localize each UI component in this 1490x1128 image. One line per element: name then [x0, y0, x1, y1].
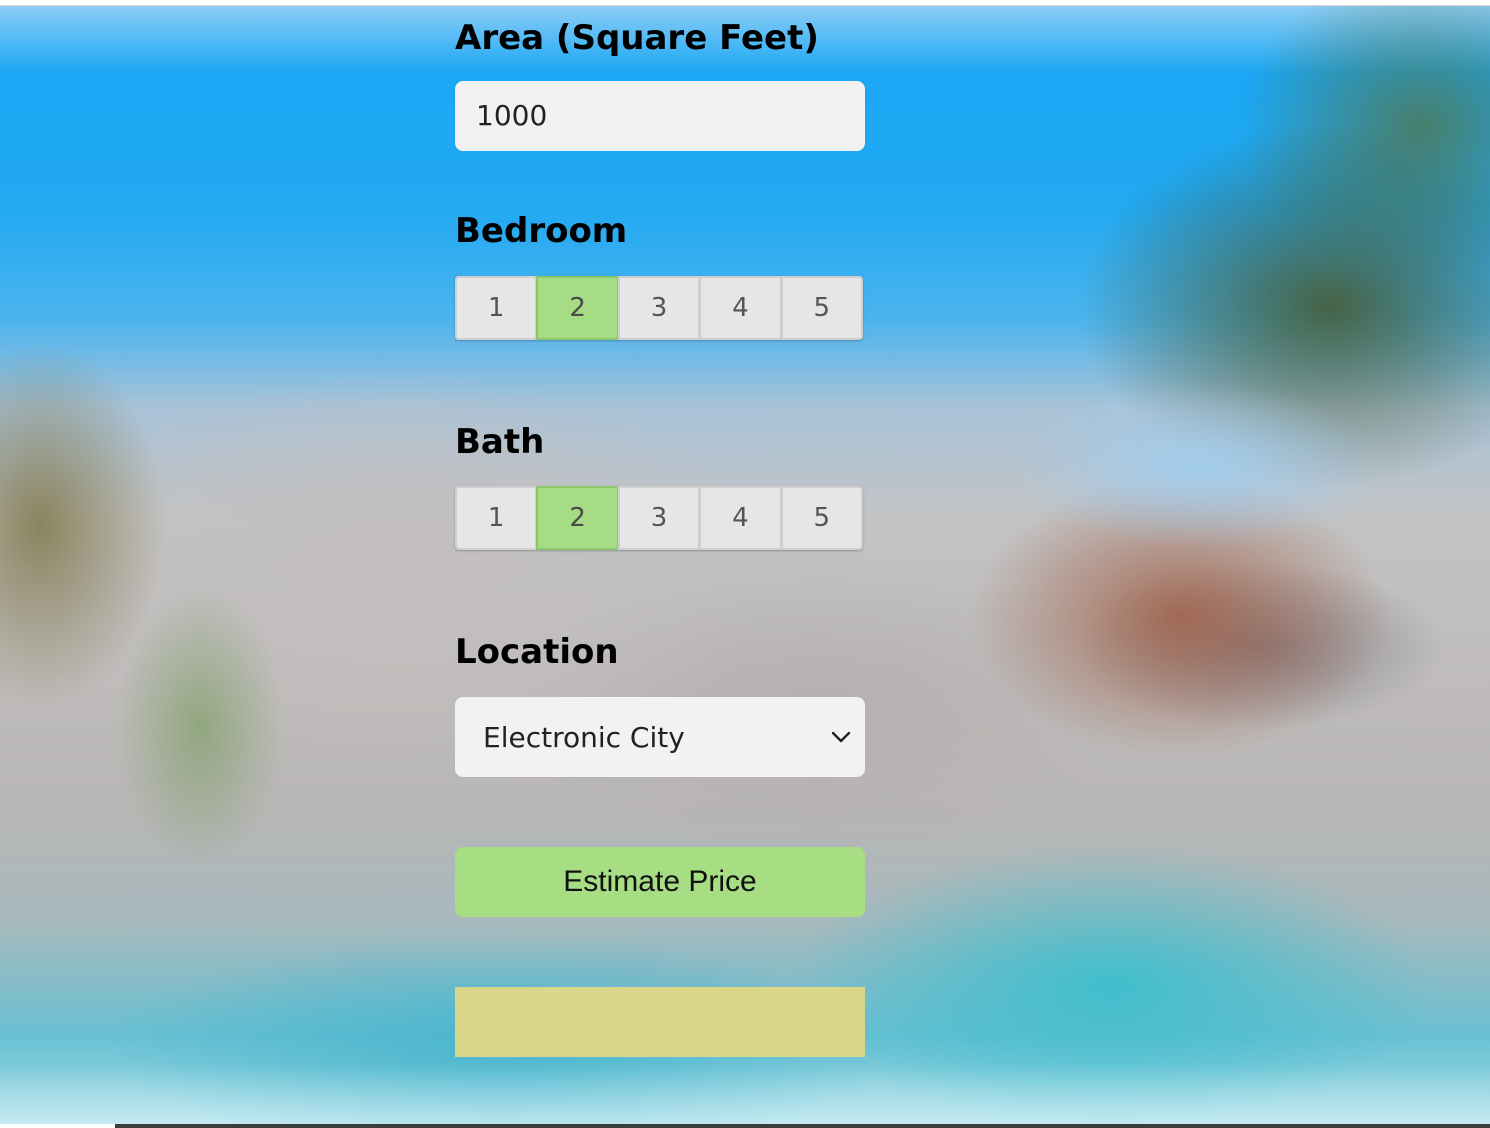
bedroom-option[interactable]: 2: [536, 276, 618, 340]
blurred-house-background: [0, 6, 1490, 1124]
bath-option[interactable]: 5: [780, 486, 864, 550]
location-select-value: Electronic City: [483, 720, 685, 754]
bedroom-option[interactable]: 3: [617, 276, 700, 340]
estimated-price-result: [455, 987, 865, 1057]
area-label: Area (Square Feet): [455, 18, 819, 58]
bedroom-option[interactable]: 1: [455, 276, 537, 340]
bedroom-selector: 1 2 3 4 5: [455, 276, 864, 340]
bath-option[interactable]: 4: [699, 486, 781, 550]
bath-option[interactable]: 1: [455, 486, 537, 550]
location-select[interactable]: Electronic City: [455, 697, 865, 777]
taskbar-left: [0, 1124, 115, 1128]
bath-selector: 1 2 3 4 5: [455, 486, 864, 550]
bath-label: Bath: [455, 422, 545, 462]
bath-option[interactable]: 2: [536, 486, 618, 550]
area-input[interactable]: 1000: [455, 81, 865, 151]
bedroom-option[interactable]: 5: [780, 276, 864, 340]
bath-option[interactable]: 3: [617, 486, 700, 550]
bedroom-label: Bedroom: [455, 211, 628, 251]
location-label: Location: [455, 632, 619, 672]
taskbar-edge: [115, 1124, 1490, 1128]
estimate-price-button[interactable]: Estimate Price: [455, 847, 865, 917]
chevron-down-icon: [821, 717, 861, 757]
bedroom-option[interactable]: 4: [699, 276, 781, 340]
